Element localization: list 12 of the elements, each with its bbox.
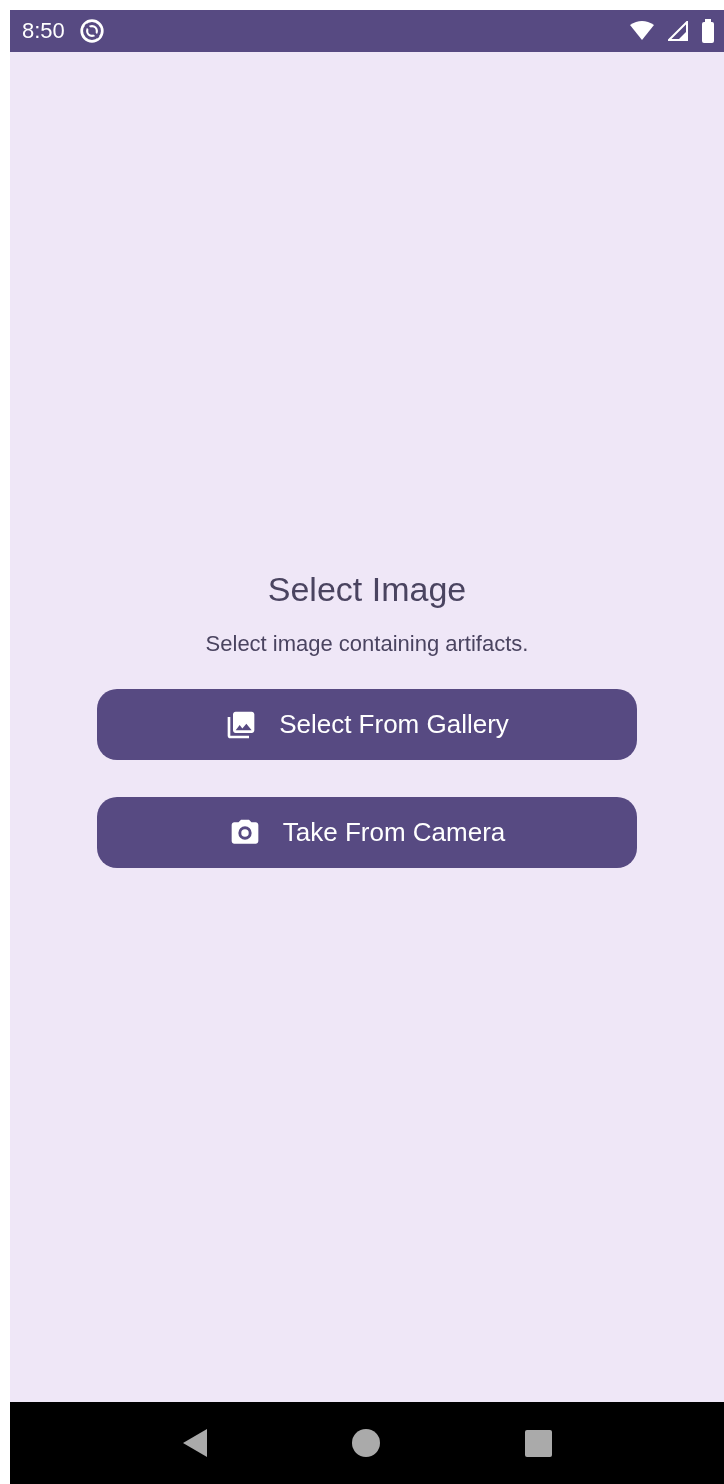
home-icon[interactable] xyxy=(351,1429,380,1457)
sync-icon xyxy=(78,18,105,44)
signal-icon xyxy=(668,21,688,41)
battery-icon xyxy=(702,19,714,43)
screen-title: Select Image xyxy=(267,570,467,609)
recents-icon[interactable] xyxy=(524,1429,552,1457)
camera-button[interactable]: Take From Camera xyxy=(97,797,637,868)
status-time: 8:50 xyxy=(22,18,65,44)
wifi-icon xyxy=(630,21,654,41)
back-icon[interactable] xyxy=(182,1429,207,1457)
instruction-text: Select image containing artifacts. xyxy=(205,631,529,657)
gallery-button[interactable]: Select From Gallery xyxy=(97,689,637,760)
